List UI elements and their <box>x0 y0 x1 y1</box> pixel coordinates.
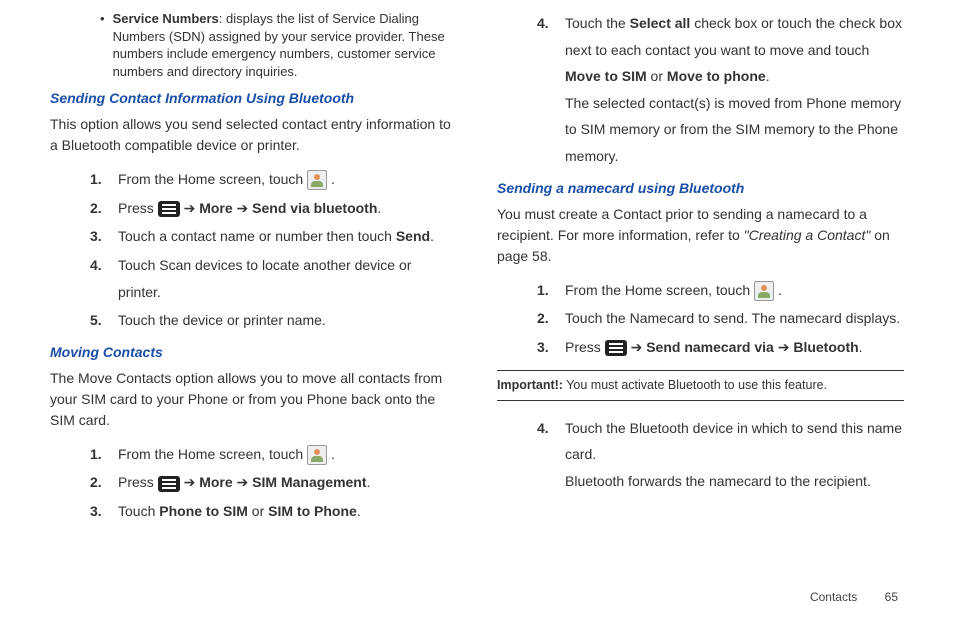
bullet-dot: • <box>100 10 105 80</box>
step-item: 1.From the Home screen, touch . <box>90 441 457 468</box>
heading-sending-namecard-bt: Sending a namecard using Bluetooth <box>497 180 904 196</box>
steps-sending-contact-bt: 1.From the Home screen, touch .2.Press ➔… <box>90 166 457 334</box>
step-item: 2.Press ➔ More ➔ SIM Management. <box>90 469 457 496</box>
step-text: Touch Scan devices to locate another dev… <box>118 252 457 305</box>
menu-icon <box>158 201 180 217</box>
step-item: 4.Touch Scan devices to locate another d… <box>90 252 457 305</box>
steps-moving-contacts: 1.From the Home screen, touch .2.Press ➔… <box>90 441 457 525</box>
step-number: 1. <box>90 441 118 468</box>
step-number: 4. <box>537 10 565 37</box>
step-text: Touch the Namecard to send. The namecard… <box>565 305 900 332</box>
note-text: You must activate Bluetooth to use this … <box>563 378 827 392</box>
para-moving-contacts: The Move Contacts option allows you to m… <box>50 368 457 431</box>
step-text: Touch the Select all check box or touch … <box>565 10 904 170</box>
step-number: 3. <box>90 223 118 250</box>
steps-sending-namecard-bt: 1.From the Home screen, touch .2.Touch t… <box>537 277 904 361</box>
step-item: 2.Touch the Namecard to send. The nameca… <box>537 305 904 332</box>
heading-moving-contacts: Moving Contacts <box>50 344 457 360</box>
important-note: Important!: You must activate Bluetooth … <box>497 370 904 400</box>
note-label: Important!: <box>497 378 563 392</box>
step-number: 2. <box>537 305 565 332</box>
step-item: 4.Touch the Bluetooth device in which to… <box>537 415 904 495</box>
step-main: Touch the Select all check box or touch … <box>565 15 902 84</box>
step-number: 4. <box>90 252 118 279</box>
step-text: Touch the device or printer name. <box>118 307 326 334</box>
step-number: 3. <box>90 498 118 525</box>
step-text: Press ➔ More ➔ Send via bluetooth. <box>118 195 381 222</box>
step-text: Touch a contact name or number then touc… <box>118 223 434 250</box>
step-text: Press ➔ Send namecard via ➔ Bluetooth. <box>565 334 863 361</box>
step-item: 3.Touch a contact name or number then to… <box>90 223 457 250</box>
menu-icon <box>158 476 180 492</box>
step-item: 1.From the Home screen, touch . <box>90 166 457 193</box>
step-after: The selected contact(s) is moved from Ph… <box>565 95 901 164</box>
para-sending-namecard-bt: You must create a Contact prior to sendi… <box>497 204 904 267</box>
bullet-text: Service Numbers: displays the list of Se… <box>113 10 457 80</box>
step-text: Touch the Bluetooth device in which to s… <box>565 415 904 495</box>
step-number: 2. <box>90 195 118 222</box>
step-text: From the Home screen, touch . <box>118 441 335 468</box>
para-ref: "Creating a Contact" <box>744 227 871 243</box>
step-after: Bluetooth forwards the namecard to the r… <box>565 473 871 489</box>
contact-icon <box>307 445 327 465</box>
step-number: 2. <box>90 469 118 496</box>
bullet-label: Service Numbers <box>113 11 219 26</box>
step-number: 5. <box>90 307 118 334</box>
contact-icon <box>307 170 327 190</box>
left-column: • Service Numbers: displays the list of … <box>50 10 477 590</box>
step-item: 4. Touch the Select all check box or tou… <box>537 10 904 170</box>
step-text: Press ➔ More ➔ SIM Management. <box>118 469 370 496</box>
steps-sending-namecard-bt-cont: 4.Touch the Bluetooth device in which to… <box>537 415 904 495</box>
step-item: 3.Press ➔ Send namecard via ➔ Bluetooth. <box>537 334 904 361</box>
para-sending-contact-bt: This option allows you send selected con… <box>50 114 457 156</box>
step-item: 2.Press ➔ More ➔ Send via bluetooth. <box>90 195 457 222</box>
steps-moving-contacts-cont: 4. Touch the Select all check box or tou… <box>537 10 904 170</box>
heading-sending-contact-bt: Sending Contact Information Using Blueto… <box>50 90 457 106</box>
step-number: 1. <box>537 277 565 304</box>
page-columns: • Service Numbers: displays the list of … <box>0 0 954 590</box>
step-text: From the Home screen, touch . <box>565 277 782 304</box>
step-number: 4. <box>537 415 565 442</box>
step-text: From the Home screen, touch . <box>118 166 335 193</box>
step-text: Touch Phone to SIM or SIM to Phone. <box>118 498 361 525</box>
page-footer: Contacts 65 <box>0 590 954 614</box>
menu-icon <box>605 340 627 356</box>
step-item: 1.From the Home screen, touch . <box>537 277 904 304</box>
step-number: 3. <box>537 334 565 361</box>
footer-page-number: 65 <box>885 590 898 604</box>
contact-icon <box>754 281 774 301</box>
step-number: 1. <box>90 166 118 193</box>
footer-section: Contacts <box>810 590 857 604</box>
bullet-service-numbers: • Service Numbers: displays the list of … <box>100 10 457 80</box>
step-item: 5.Touch the device or printer name. <box>90 307 457 334</box>
right-column: 4. Touch the Select all check box or tou… <box>477 10 904 590</box>
step-item: 3.Touch Phone to SIM or SIM to Phone. <box>90 498 457 525</box>
